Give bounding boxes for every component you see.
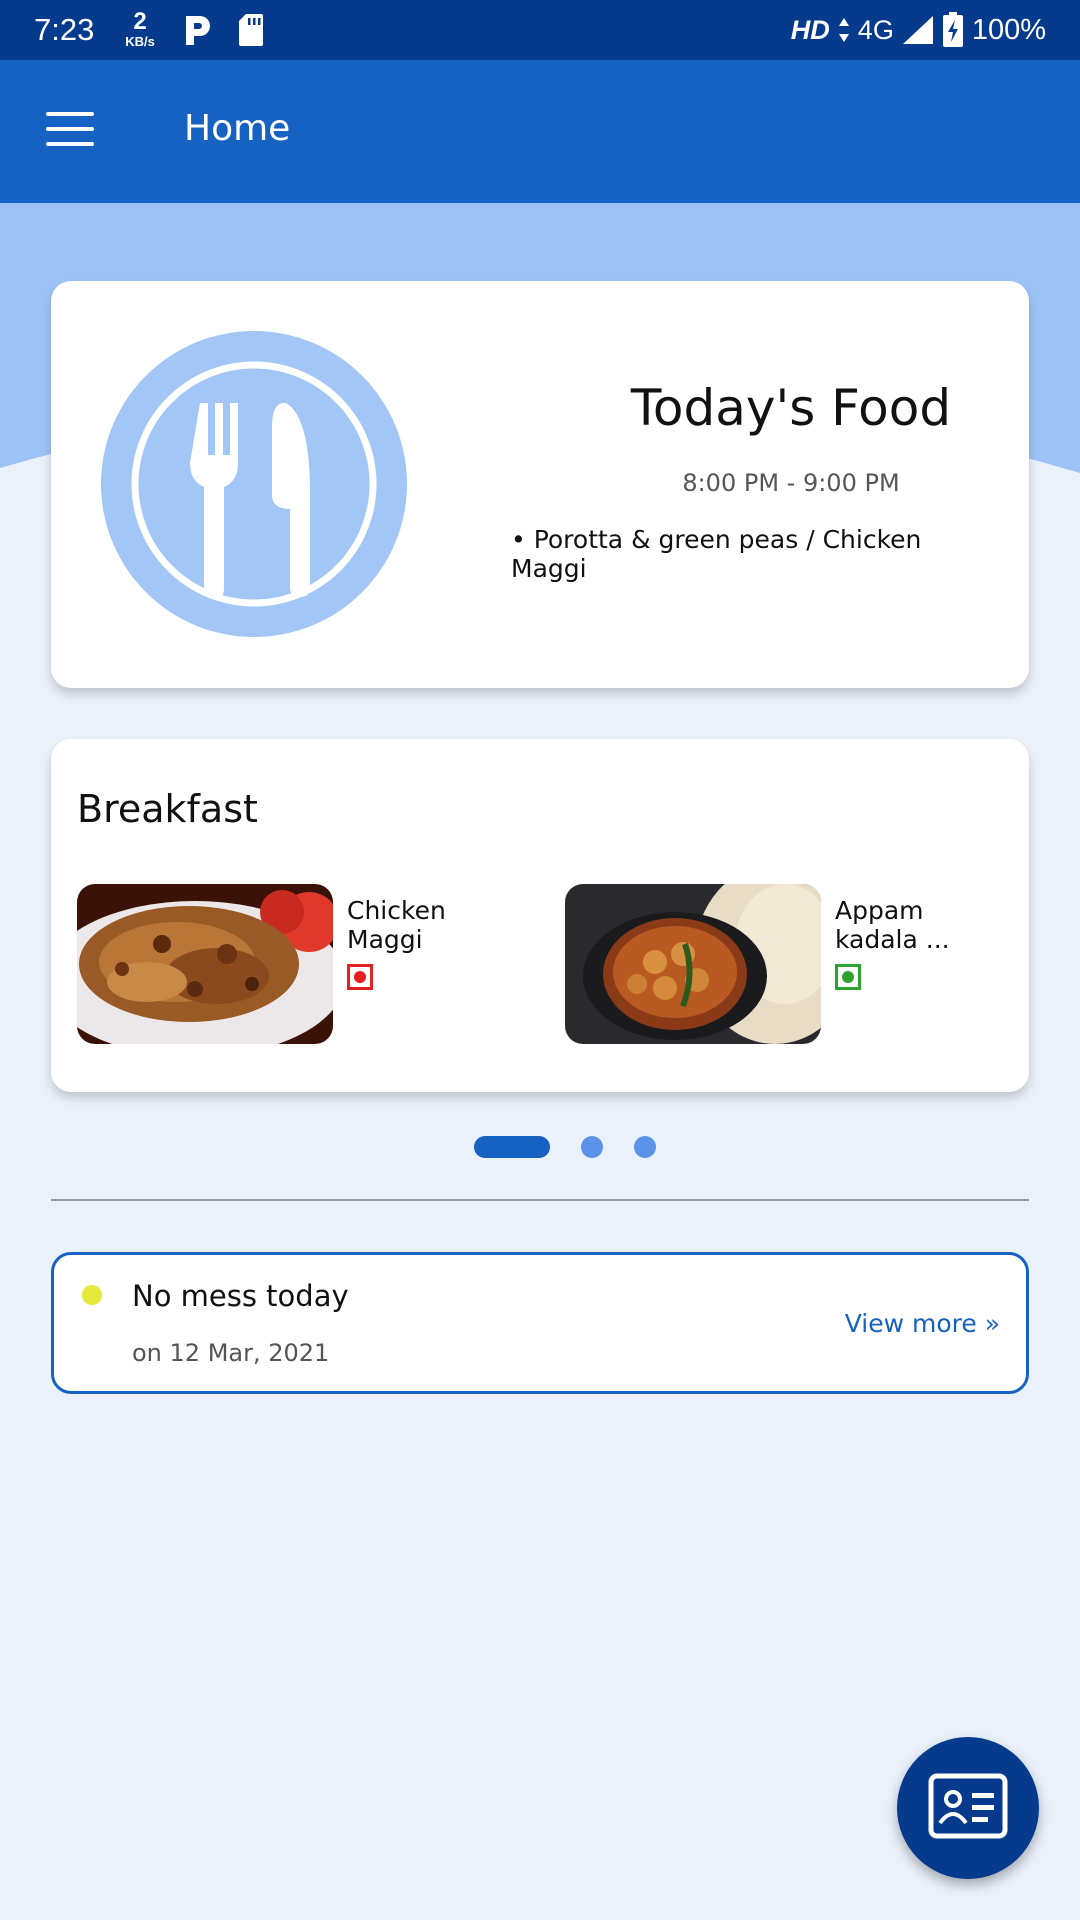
dish-name: Appam kadala ... (835, 896, 950, 954)
network-speed-value: 2 (133, 8, 147, 35)
hd-voice-label: HD (790, 14, 830, 45)
hamburger-menu-icon[interactable] (46, 112, 96, 150)
network-speed-unit: KB/s (125, 34, 155, 49)
notice-date: on 12 Mar, 2021 (132, 1339, 330, 1367)
pager-dot-active[interactable] (474, 1136, 550, 1158)
parking-notification-icon (186, 16, 210, 45)
sd-card-icon (239, 14, 263, 46)
chicken-maggi-image (77, 884, 333, 1044)
network-type-label: 4G (857, 14, 894, 45)
carousel-pager (0, 1136, 1080, 1158)
breakfast-card[interactable]: Breakfast Chicken Maggi Appam kadala ... (51, 739, 1029, 1092)
status-right-group: HD 4G 100% (791, 11, 1046, 49)
view-more-link[interactable]: View more » (845, 1309, 1000, 1338)
battery-percent: 100% (971, 13, 1046, 46)
todays-food-title: Today's Food (630, 379, 952, 437)
id-card-icon (928, 1773, 1008, 1839)
pager-dot[interactable] (634, 1136, 656, 1158)
id-card-fab-button[interactable] (897, 1737, 1039, 1879)
app-bar: Home (0, 60, 1080, 203)
dish-item-appam-kadala[interactable]: Appam kadala ... (565, 884, 1005, 1044)
non-veg-indicator-icon (347, 964, 373, 990)
status-bar: 7:23 2 KB/s HD 4G 100% (0, 0, 1080, 60)
status-time: 7:23 (34, 12, 95, 47)
todays-food-items: • Porotta & green peas / Chicken Maggi (511, 525, 922, 583)
veg-indicator-icon (835, 964, 861, 990)
todays-food-card[interactable]: Today's Food 8:00 PM - 9:00 PM • Porotta… (51, 281, 1029, 688)
breakfast-title: Breakfast (77, 787, 258, 831)
todays-food-time: 8:00 PM - 9:00 PM (682, 469, 900, 497)
signal-icon (902, 16, 933, 44)
notice-status-dot (82, 1285, 102, 1305)
pager-dot[interactable] (581, 1136, 603, 1158)
battery-charging-icon (942, 12, 963, 47)
page-title: Home (184, 108, 291, 149)
dish-name: Chicken Maggi (347, 896, 446, 954)
fork-knife-plate-icon (101, 331, 407, 637)
dish-item-chicken-maggi[interactable]: Chicken Maggi (77, 884, 517, 1044)
appam-kadala-image (565, 884, 821, 1044)
network-speed: 2 KB/s (118, 8, 162, 49)
notice-title: No mess today (132, 1279, 349, 1313)
divider (51, 1199, 1029, 1201)
data-activity-icon (838, 18, 849, 42)
mess-notice-card[interactable]: No mess today on 12 Mar, 2021 View more … (51, 1252, 1029, 1394)
